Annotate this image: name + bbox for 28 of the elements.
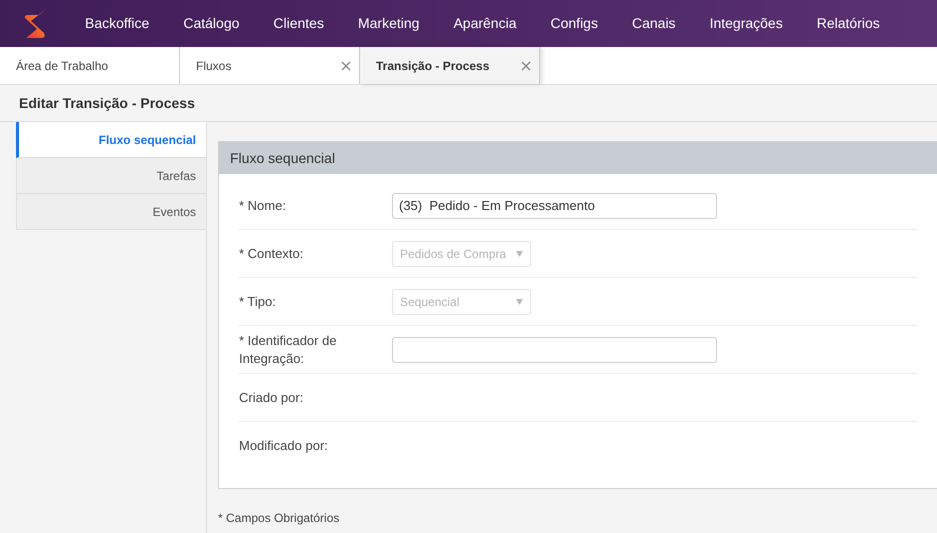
nav-link[interactable]: Relatórios xyxy=(800,13,897,34)
caret-icon xyxy=(516,250,523,256)
footnote: * Campos Obrigatórios xyxy=(218,510,340,527)
nav-link[interactable]: Aparência xyxy=(436,13,534,34)
field-label: * Nome: xyxy=(239,196,287,214)
close-icon[interactable] xyxy=(521,60,531,70)
nav-link[interactable]: Backoffice xyxy=(68,13,166,34)
nav-link[interactable]: Catálogo xyxy=(166,13,256,34)
field-label: * Tipo: xyxy=(239,292,277,310)
tab[interactable]: Transição - Process xyxy=(360,47,540,84)
caret-icon xyxy=(516,298,523,304)
text-field[interactable]: (35) Pedido - Em Processamento xyxy=(392,192,717,218)
page-title: Editar Transição - Process xyxy=(19,94,195,113)
panel-header: Fluxo sequencial xyxy=(219,142,937,174)
close-icon[interactable] xyxy=(341,60,351,70)
field-label: Modificado por: xyxy=(239,437,329,455)
field-label: Criado por: xyxy=(239,388,304,406)
nav-link[interactable]: Clientes xyxy=(256,13,341,34)
side-menu-item[interactable]: Eventos xyxy=(16,194,206,230)
nav-link[interactable]: Canais xyxy=(614,13,693,34)
text-field[interactable] xyxy=(392,336,717,362)
field-label: * Identificador de Integração: xyxy=(239,332,338,368)
field-label: * Contexto: xyxy=(239,244,304,262)
nav-link[interactable]: Integrações xyxy=(692,13,800,34)
side-menu-item[interactable]: Fluxo sequencial xyxy=(16,122,206,158)
nav-link[interactable]: Configs xyxy=(534,13,615,34)
nav-link[interactable]: Marketing xyxy=(340,13,436,34)
side-menu-item[interactable]: Tarefas xyxy=(16,158,206,194)
